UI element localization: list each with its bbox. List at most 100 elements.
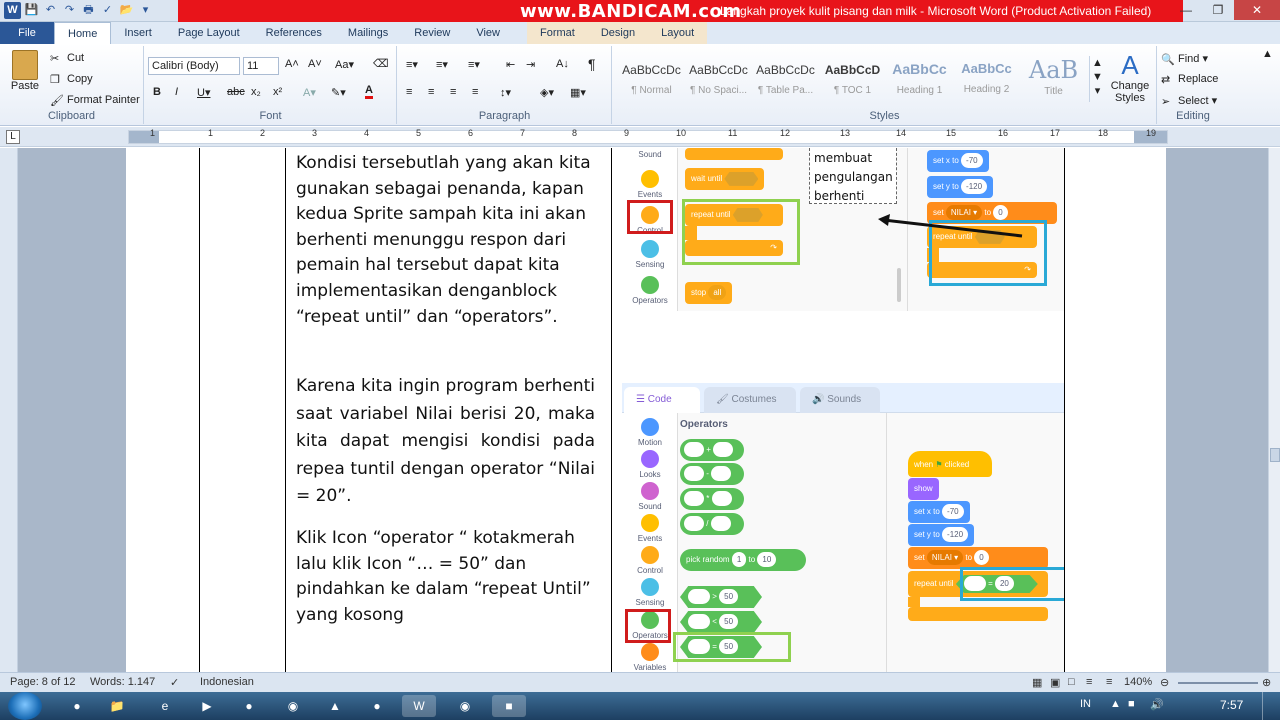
block-set-var[interactable]: set NILAI ▾ to 0: [908, 547, 1048, 569]
input-language[interactable]: IN: [1080, 698, 1091, 710]
open-icon[interactable]: 📂: [118, 2, 135, 19]
align-right-icon[interactable]: ≡: [450, 86, 456, 98]
find-button[interactable]: 🔍 Find ▾: [1161, 52, 1208, 66]
category-sensing[interactable]: Sensing: [622, 578, 678, 607]
paste-button[interactable]: Paste: [8, 50, 42, 92]
draft-icon[interactable]: ≡: [1106, 676, 1112, 688]
tab-design[interactable]: Design: [587, 22, 649, 44]
close-icon[interactable]: ✕: [1234, 0, 1280, 20]
zoom-in-icon[interactable]: ⊕: [1262, 676, 1271, 689]
block-multiply[interactable]: *: [680, 488, 744, 510]
print-preview-icon[interactable]: 🖶: [80, 2, 97, 19]
underline-icon[interactable]: U▾: [197, 86, 210, 99]
full-screen-icon[interactable]: ▣: [1050, 676, 1060, 689]
category-variables[interactable]: Variables: [622, 643, 678, 672]
tab-home[interactable]: Home: [54, 22, 112, 44]
proofing-icon[interactable]: ✓: [170, 676, 179, 689]
print-layout-icon[interactable]: ▦: [1032, 676, 1042, 689]
tab-view[interactable]: View: [463, 22, 513, 44]
font-size-combo[interactable]: 11: [243, 57, 279, 75]
category-operators[interactable]: Operators: [622, 276, 678, 305]
bold-icon[interactable]: B: [153, 86, 161, 98]
outline-icon[interactable]: ≡: [1086, 676, 1092, 688]
line-spacing-icon[interactable]: ↕▾: [500, 86, 511, 99]
strikethrough-icon[interactable]: abc: [227, 86, 245, 98]
bandicam-taskbar-icon[interactable]: ■: [492, 695, 526, 717]
style-title[interactable]: AaB Title: [1020, 56, 1087, 102]
tab-file[interactable]: File: [0, 22, 54, 44]
block-set-y[interactable]: set y to -120: [927, 176, 994, 198]
block-repeat-until[interactable]: repeat until: [685, 204, 783, 226]
style-normal[interactable]: AaBbCcDc ¶ Normal: [618, 56, 685, 102]
scratch-tab-sounds[interactable]: 🔊 Sounds: [800, 387, 880, 413]
redo-icon[interactable]: ↷: [61, 2, 78, 19]
tab-review[interactable]: Review: [401, 22, 463, 44]
word-logo-icon[interactable]: W: [4, 2, 21, 19]
note-textbox[interactable]: membuat pengulangan berhenti: [809, 148, 897, 204]
block-when-flag-clicked[interactable]: when ⚑ clicked: [908, 451, 992, 477]
style-table-paragraph[interactable]: AaBbCcDc ¶ Table Pa...: [752, 56, 819, 102]
align-center-icon[interactable]: ≡: [428, 86, 434, 98]
show-marks-icon[interactable]: ¶: [588, 56, 596, 72]
paragraph-2[interactable]: Karena kita ingin program berhenti saat …: [296, 373, 595, 511]
change-case-icon[interactable]: Aa▾: [335, 58, 354, 71]
tab-format[interactable]: Format: [527, 22, 588, 44]
justify-icon[interactable]: ≡: [472, 86, 478, 98]
zoom-out-icon[interactable]: ⊖: [1160, 676, 1169, 689]
vertical-scrollbar[interactable]: [1268, 148, 1280, 672]
scratch-tab-costumes[interactable]: 🖌 Costumes: [704, 387, 796, 413]
chrome-icon[interactable]: ●: [60, 695, 94, 717]
palette-scrollbar[interactable]: [897, 268, 901, 302]
sort-icon[interactable]: A↓: [556, 58, 569, 70]
tray-app-icon[interactable]: ■: [1128, 698, 1135, 710]
spelling-icon[interactable]: ✓: [99, 2, 116, 19]
save-icon[interactable]: 💾: [23, 2, 40, 19]
media-player-icon[interactable]: ▶: [190, 695, 224, 717]
block-set-y[interactable]: set y to -120: [908, 524, 975, 546]
category-sound[interactable]: Sound: [622, 150, 678, 159]
tab-page-layout[interactable]: Page Layout: [165, 22, 253, 44]
multilevel-list-icon[interactable]: ≡▾: [468, 58, 480, 71]
app-icon[interactable]: ▲: [318, 695, 352, 717]
format-painter-button[interactable]: 🖌 Format Painter: [50, 94, 140, 107]
cut-button[interactable]: ✂ Cut: [50, 52, 84, 65]
block-show[interactable]: show: [908, 478, 939, 500]
block-add[interactable]: +: [680, 439, 744, 461]
subscript-icon[interactable]: x₂: [251, 86, 261, 98]
zoom-level[interactable]: 140%: [1124, 676, 1152, 688]
paragraph-3[interactable]: Klik Icon “operator “ kotakmerah lalu kl…: [296, 526, 602, 628]
block-set-x[interactable]: set x to -70: [927, 150, 989, 172]
category-control[interactable]: Control: [622, 206, 678, 235]
numbering-icon[interactable]: ≡▾: [436, 58, 448, 71]
highlight-icon[interactable]: ✎▾: [331, 86, 346, 99]
category-sensing[interactable]: Sensing: [622, 240, 678, 269]
zoom-slider[interactable]: [1178, 682, 1258, 684]
align-left-icon[interactable]: ≡: [406, 86, 412, 98]
document-page[interactable]: Kondisi tersebutlah yang akan kita gunak…: [126, 148, 1166, 672]
bullets-icon[interactable]: ≡▾: [406, 58, 418, 71]
block-repeat-until[interactable]: repeat until = 20: [908, 571, 1048, 597]
italic-icon[interactable]: I: [175, 86, 178, 98]
word-taskbar-icon[interactable]: W: [402, 695, 436, 717]
category-events[interactable]: Events: [622, 514, 678, 543]
clock[interactable]: 7:57: [1220, 698, 1243, 712]
word-count[interactable]: Words: 1.147: [90, 676, 155, 688]
style-toc-1[interactable]: AaBbCcD ¶ TOC 1: [819, 56, 886, 102]
clear-format-icon[interactable]: ⌫: [373, 57, 389, 70]
tray-expand-icon[interactable]: ▲: [1110, 698, 1121, 710]
firefox-icon[interactable]: ●: [232, 695, 266, 717]
chrome-icon[interactable]: ●: [360, 695, 394, 717]
block-pick-random[interactable]: pick random 1 to 10: [680, 549, 806, 571]
tab-insert[interactable]: Insert: [111, 22, 165, 44]
paragraph-1[interactable]: Kondisi tersebutlah yang akan kita gunak…: [296, 151, 596, 330]
scroll-thumb[interactable]: [1270, 448, 1280, 462]
grow-font-icon[interactable]: A˄: [285, 58, 299, 70]
block-stop[interactable]: stop all: [685, 282, 733, 304]
page-count[interactable]: Page: 8 of 12: [10, 676, 75, 688]
increase-indent-icon[interactable]: ⇥: [526, 58, 535, 71]
shading-icon[interactable]: ◈▾: [540, 86, 554, 99]
block-wait-until[interactable]: wait until: [685, 168, 765, 190]
copy-button[interactable]: ❐ Copy: [50, 73, 93, 86]
styles-scroll[interactable]: ▲ ▼ ▾: [1089, 56, 1105, 102]
tab-layout[interactable]: Layout: [648, 22, 708, 44]
